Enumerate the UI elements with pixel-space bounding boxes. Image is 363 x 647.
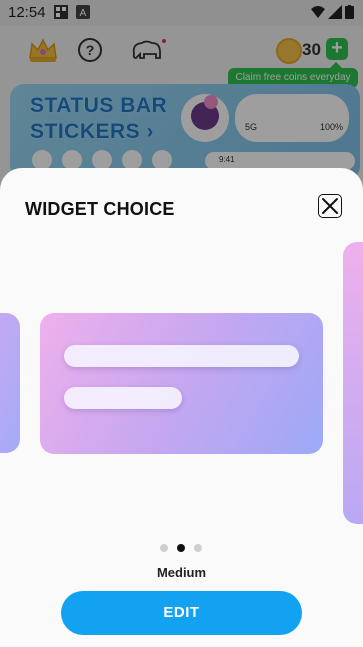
sheet-title: WIDGET CHOICE — [25, 199, 175, 219]
page-dot[interactable] — [160, 544, 168, 552]
widget-placeholder-line — [64, 345, 299, 367]
widget-size-label: Medium — [156, 565, 207, 580]
page-dot-active[interactable] — [177, 544, 185, 552]
page-indicator — [160, 544, 205, 554]
edit-button[interactable]: EDIT — [61, 591, 302, 635]
widget-card-previous[interactable] — [0, 313, 20, 453]
widget-choice-sheet: WIDGET CHOICE Medium EDIT — [0, 168, 363, 647]
widget-card-medium[interactable] — [40, 313, 323, 454]
widget-card-next[interactable] — [343, 242, 363, 524]
close-button[interactable] — [318, 194, 342, 218]
widget-placeholder-line — [64, 387, 182, 409]
close-icon — [322, 198, 338, 214]
page-dot[interactable] — [194, 544, 202, 552]
